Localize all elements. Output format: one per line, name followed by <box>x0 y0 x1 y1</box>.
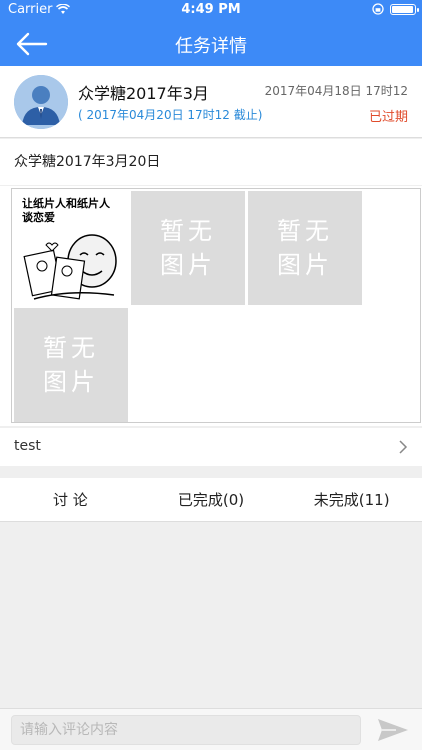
comment-list <box>0 523 422 708</box>
meme-illustration <box>23 234 117 300</box>
tab-discussion[interactable]: 讨 论 <box>0 478 141 521</box>
tab-completed[interactable]: 已完成(0) <box>141 478 282 521</box>
tab-bar: 讨 论 已完成(0) 未完成(11) <box>0 478 422 522</box>
battery-icon <box>390 4 419 15</box>
task-title: 众学糖2017年3月 <box>78 84 209 103</box>
task-description: 众学糖2017年3月20日 <box>0 139 422 185</box>
gallery-placeholder-2[interactable]: 暂无 图片 <box>248 191 362 305</box>
attachment-row[interactable]: test <box>0 428 422 466</box>
user-avatar-icon <box>14 75 68 129</box>
chevron-right-icon <box>399 440 408 454</box>
status-badge: 已过期 <box>368 110 408 125</box>
gallery-placeholder-3[interactable]: 暂无 图片 <box>14 308 128 422</box>
tab-incomplete[interactable]: 未完成(11) <box>281 478 422 521</box>
nav-bar: 任务详情 <box>0 22 422 66</box>
gallery-placeholder-1[interactable]: 暂无 图片 <box>131 191 245 305</box>
task-header-card: 众学糖2017年3月 ( 2017年04月20日 17时12 截止) 2017年… <box>0 66 422 138</box>
image-gallery: 让纸片人和纸片人 谈恋爱 暂无 图片 暂无 图片 暂无 图片 <box>0 186 422 426</box>
page-title: 任务详情 <box>175 36 247 57</box>
rotation-lock-icon <box>372 3 384 15</box>
task-created-time: 2017年04月18日 17时12 <box>264 84 408 98</box>
comment-bar <box>0 708 422 750</box>
send-icon[interactable] <box>376 717 410 743</box>
attachment-label: test <box>14 438 41 454</box>
gallery-frame: 让纸片人和纸片人 谈恋爱 暂无 图片 暂无 图片 暂无 图片 <box>11 188 421 423</box>
battery-level <box>392 6 413 13</box>
clock: 4:49 PM <box>181 2 241 17</box>
task-deadline: ( 2017年04月20日 17时12 截止) <box>78 108 263 122</box>
comment-input[interactable] <box>11 715 361 745</box>
top-bar: Carrier 4:49 PM 任务详情 <box>0 0 422 66</box>
avatar[interactable] <box>14 75 68 129</box>
status-bar: Carrier 4:49 PM <box>0 0 422 20</box>
gallery-image-meme[interactable]: 让纸片人和纸片人 谈恋爱 <box>14 191 128 305</box>
